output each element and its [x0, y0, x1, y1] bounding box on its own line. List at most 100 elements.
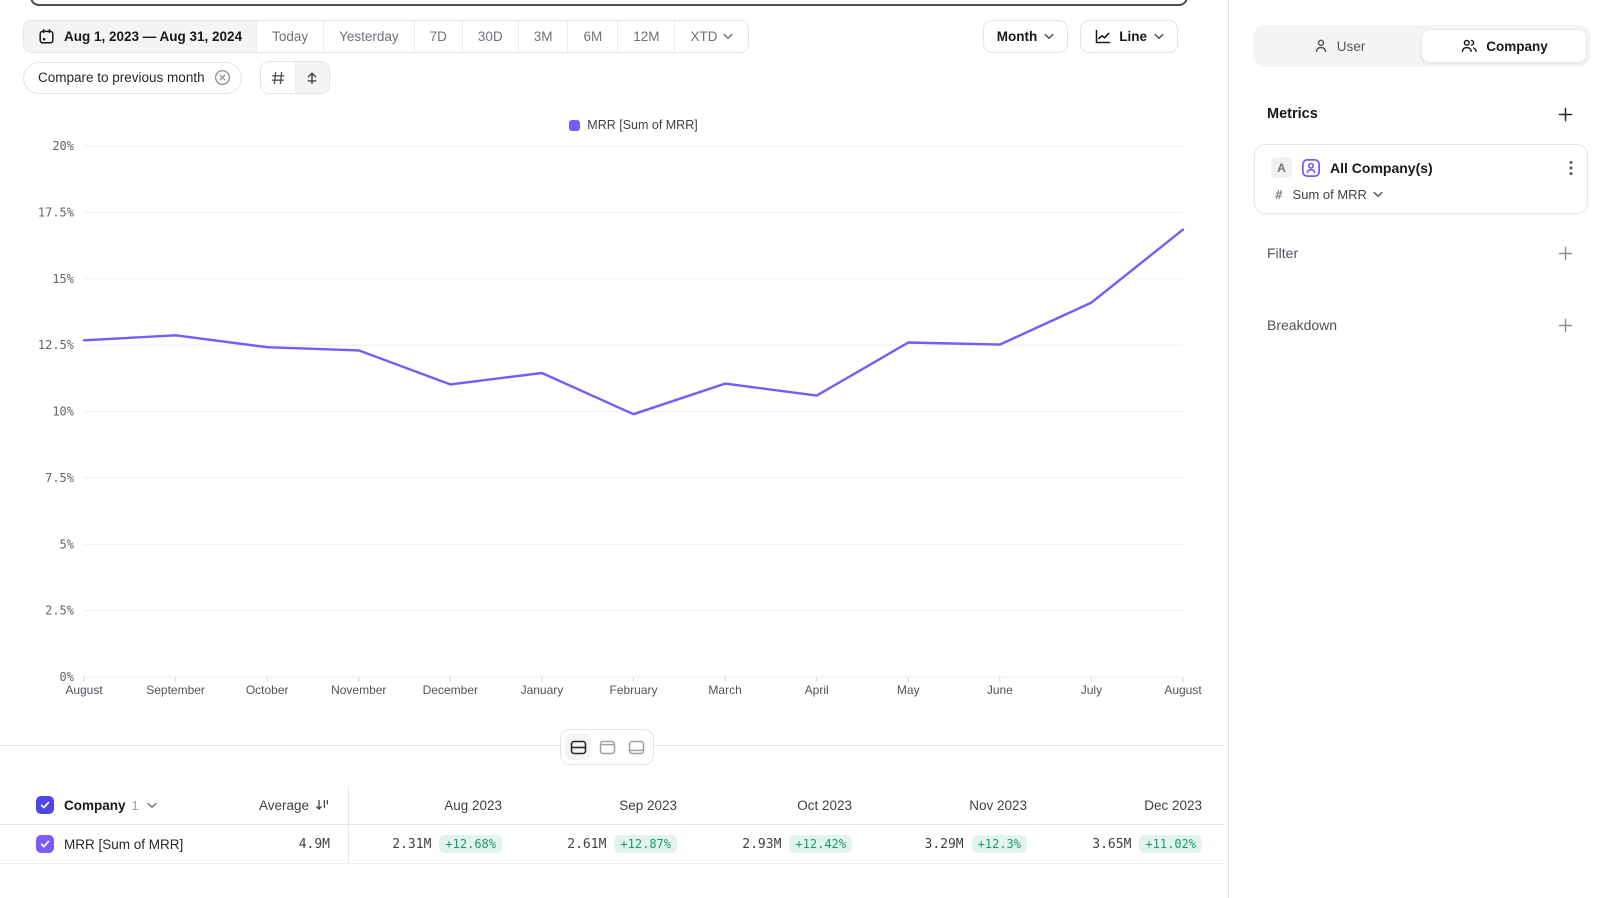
month-value-cell: 2.31M +12.68%: [349, 825, 524, 863]
line-chart-icon: [1094, 29, 1112, 45]
add-metric-button[interactable]: [1558, 107, 1573, 122]
company-icon: [1460, 38, 1478, 54]
split-view-button[interactable]: [565, 734, 591, 760]
mrr-value: 2.31M: [392, 837, 431, 852]
sort-icon: [315, 798, 330, 812]
x-axis-month-label: November: [331, 683, 386, 697]
compare-chip-label: Compare to previous month: [38, 70, 205, 85]
date-toolbar: Aug 1, 2023 — Aug 31, 2024 TodayYesterda…: [23, 20, 749, 53]
filter-label: Filter: [1267, 245, 1298, 261]
x-axis-month-label: August: [1164, 683, 1202, 697]
series-checkbox[interactable]: [36, 835, 54, 853]
y-axis-tick-label: 2.5%: [45, 604, 75, 618]
preset-6m[interactable]: 6M: [567, 21, 617, 52]
preset-yesterday[interactable]: Yesterday: [323, 21, 414, 52]
metric-badge: A: [1271, 157, 1292, 178]
chart-only-view-icon: [599, 740, 616, 755]
chevron-down-icon: [723, 33, 733, 40]
config-sidebar: User Company Metrics A All Company(s): [1228, 0, 1600, 898]
chevron-down-icon: [1373, 191, 1383, 198]
tab-company[interactable]: Company: [1421, 29, 1587, 63]
breakdown-table: Company 1 Average Aug 2023Sep 2023Oct 20…: [0, 786, 1224, 864]
percent-growth-toggle[interactable]: [295, 62, 329, 93]
growth-badge: +12.68%: [439, 835, 502, 853]
metric-card[interactable]: A All Company(s) # Sum of MRR: [1254, 144, 1588, 214]
average-sort-header[interactable]: Average: [259, 798, 330, 813]
table-header-left-cell: Company 1 Average: [0, 786, 349, 824]
x-axis-month-label: January: [521, 683, 564, 697]
metrics-header: Metrics: [1267, 106, 1573, 122]
report-main-area: Aug 1, 2023 — Aug 31, 2024 TodayYesterda…: [0, 0, 1228, 898]
add-breakdown-button[interactable]: [1558, 318, 1573, 333]
preset-xtd[interactable]: XTD: [674, 21, 748, 52]
aggregation-dropdown[interactable]: # Sum of MRR: [1271, 187, 1573, 202]
table-only-view-button[interactable]: [623, 734, 649, 760]
tab-user[interactable]: User: [1257, 29, 1421, 63]
entity-tabs: User Company: [1253, 25, 1591, 67]
absolute-values-toggle[interactable]: [261, 62, 295, 93]
preset-today[interactable]: Today: [256, 21, 323, 52]
preset-7d[interactable]: 7D: [414, 21, 462, 52]
filter-section: Filter: [1267, 245, 1573, 261]
preset-12m[interactable]: 12M: [617, 21, 674, 52]
month-value-cell: 2.61M +12.87%: [524, 825, 699, 863]
add-filter-button[interactable]: [1558, 246, 1573, 261]
month-column-header: Oct 2023: [699, 786, 874, 824]
chevron-down-icon: [147, 802, 157, 809]
date-range-group: Aug 1, 2023 — Aug 31, 2024 TodayYesterda…: [23, 20, 749, 53]
metrics-title: Metrics: [1267, 106, 1318, 122]
mrr-line-chart[interactable]: 0%2.5%5%7.5%10%12.5%15%17.5%20%AugustSep…: [0, 140, 1224, 710]
value-display-toggle: [260, 61, 330, 94]
month-column-header: Sep 2023: [524, 786, 699, 824]
breakdown-section: Breakdown: [1267, 317, 1573, 333]
compare-chip[interactable]: Compare to previous month: [23, 62, 242, 94]
number-type-icon: #: [1275, 187, 1283, 202]
chart-legend: MRR [Sum of MRR]: [84, 118, 1183, 132]
metric-name: All Company(s): [1330, 160, 1433, 176]
y-axis-tick-label: 15%: [52, 272, 74, 286]
preset-3m[interactable]: 3M: [518, 21, 568, 52]
mrr-value: 3.65M: [1092, 837, 1131, 852]
metric-menu-button[interactable]: [1569, 160, 1573, 176]
select-all-checkbox[interactable]: [36, 796, 54, 814]
chevron-down-icon: [1044, 33, 1054, 40]
mrr-value: 2.93M: [742, 837, 781, 852]
month-column-header: Aug 2023: [349, 786, 524, 824]
month-value-cell: 3.65M +11.02%: [1049, 825, 1224, 863]
growth-badge: +12.42%: [789, 835, 852, 853]
chart-type-dropdown[interactable]: Line: [1080, 20, 1178, 53]
series-label: MRR [Sum of MRR]: [64, 837, 183, 852]
x-axis-month-label: August: [65, 683, 103, 697]
y-axis-tick-label: 12.5%: [38, 338, 75, 352]
x-axis-month-label: December: [423, 683, 478, 697]
month-column-header: Dec 2023: [1049, 786, 1224, 824]
growth-badge: +11.02%: [1139, 835, 1202, 853]
split-view-icon: [570, 740, 587, 755]
month-column-header: Nov 2023: [874, 786, 1049, 824]
group-by-dropdown[interactable]: Company 1: [64, 798, 157, 813]
y-axis-tick-label: 5%: [60, 537, 75, 551]
y-axis-tick-label: 7.5%: [45, 471, 75, 485]
x-axis-month-label: February: [609, 683, 657, 697]
month-value-cell: 2.93M +12.42%: [699, 825, 874, 863]
average-value: 4.9M: [299, 837, 330, 852]
table-header-row: Company 1 Average Aug 2023Sep 2023Oct 20…: [0, 786, 1224, 825]
mrr-value: 2.61M: [567, 837, 606, 852]
hash-icon: [270, 70, 286, 86]
calendar-icon: [38, 28, 55, 45]
date-range-button[interactable]: Aug 1, 2023 — Aug 31, 2024: [24, 21, 256, 52]
table-only-view-icon: [628, 740, 645, 755]
remove-compare-icon[interactable]: [214, 69, 231, 86]
chart-only-view-button[interactable]: [594, 734, 620, 760]
company-card-icon: [1301, 158, 1321, 178]
x-axis-month-label: March: [708, 683, 741, 697]
date-range-label: Aug 1, 2023 — Aug 31, 2024: [64, 29, 242, 44]
user-icon: [1313, 38, 1329, 54]
legend-label: MRR [Sum of MRR]: [587, 118, 697, 132]
preset-30d[interactable]: 30D: [462, 21, 518, 52]
month-value-cell: 3.29M+12.3%: [874, 825, 1049, 863]
x-axis-month-label: May: [897, 683, 920, 697]
growth-badge: +12.87%: [614, 835, 677, 853]
granularity-dropdown[interactable]: Month: [983, 20, 1068, 53]
analytics-report-page: Aug 1, 2023 — Aug 31, 2024 TodayYesterda…: [0, 0, 1600, 898]
